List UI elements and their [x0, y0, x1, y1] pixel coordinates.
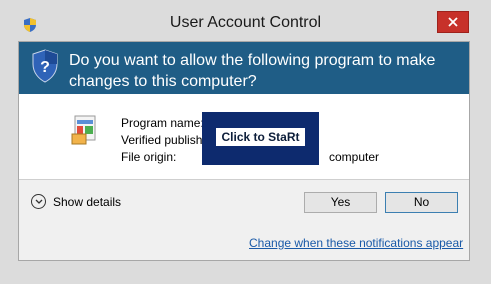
dialog-footer: Show details Yes No Change when these no…: [19, 180, 469, 260]
uac-shield-icon: ?: [32, 49, 58, 83]
close-icon: [448, 17, 458, 27]
yes-button[interactable]: Yes: [304, 192, 377, 213]
close-button[interactable]: [437, 11, 469, 33]
file-origin-value: computer: [329, 150, 380, 164]
svg-text:?: ?: [40, 59, 50, 76]
show-details-toggle[interactable]: Show details: [31, 194, 121, 209]
overlay-label[interactable]: Click to StaRt: [216, 128, 305, 146]
dialog-content: ? Do you want to allow the following pro…: [18, 41, 470, 261]
change-notifications-link[interactable]: Change when these notifications appear: [249, 236, 463, 250]
question-text: Do you want to allow the following progr…: [69, 52, 436, 90]
uac-dialog: User Account Control ? Do you want to al…: [0, 0, 491, 284]
question-banner: ? Do you want to allow the following pro…: [19, 42, 469, 94]
title-bar: User Account Control: [0, 0, 491, 33]
program-icon: [71, 115, 96, 145]
overlay-banner[interactable]: Click to StaRt: [202, 112, 319, 165]
no-button[interactable]: No: [385, 192, 458, 213]
file-origin-label: File origin:: [121, 150, 177, 164]
chevron-down-icon: [31, 194, 46, 209]
show-details-label[interactable]: Show details: [53, 195, 121, 209]
window-title: User Account Control: [169, 14, 322, 31]
